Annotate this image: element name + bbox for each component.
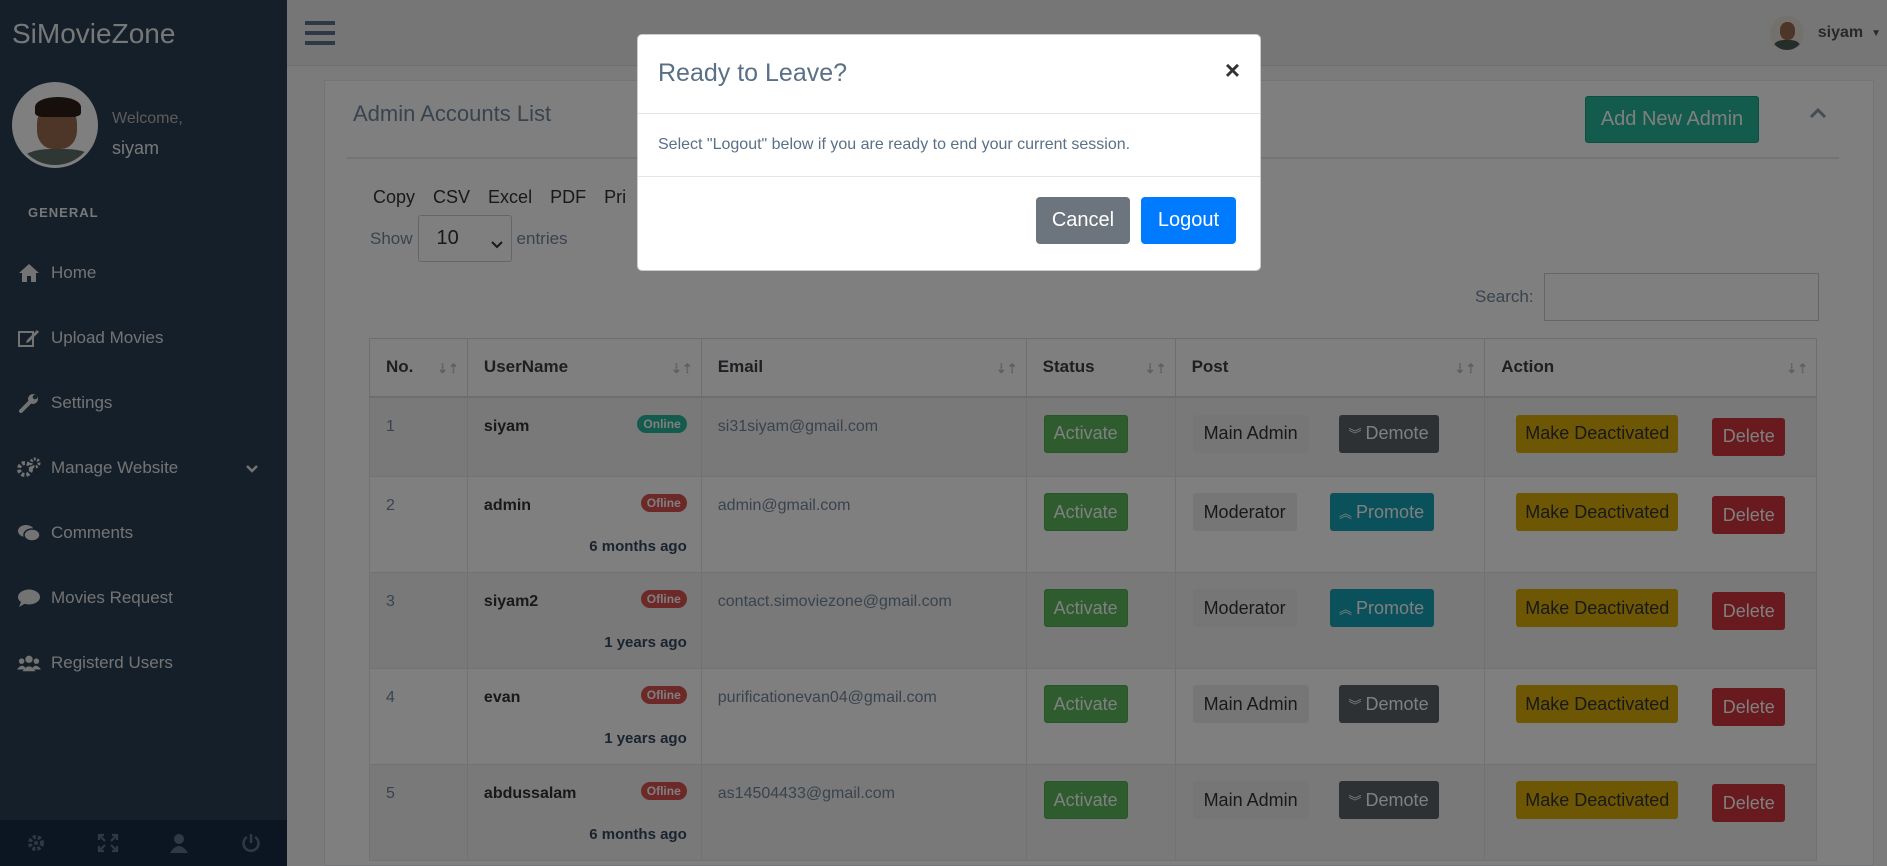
- modal-footer: Cancel Logout: [638, 177, 1260, 271]
- modal-message: Select "Logout" below if you are ready t…: [658, 136, 1131, 153]
- close-icon[interactable]: ×: [1225, 55, 1240, 86]
- modal-body: Select "Logout" below if you are ready t…: [638, 114, 1260, 177]
- logout-modal: Ready to Leave? × Select "Logout" below …: [637, 34, 1261, 271]
- cancel-button[interactable]: Cancel: [1036, 197, 1130, 244]
- modal-title: Ready to Leave?: [658, 59, 848, 87]
- modal-header: Ready to Leave? ×: [638, 35, 1260, 114]
- logout-button[interactable]: Logout: [1141, 197, 1236, 244]
